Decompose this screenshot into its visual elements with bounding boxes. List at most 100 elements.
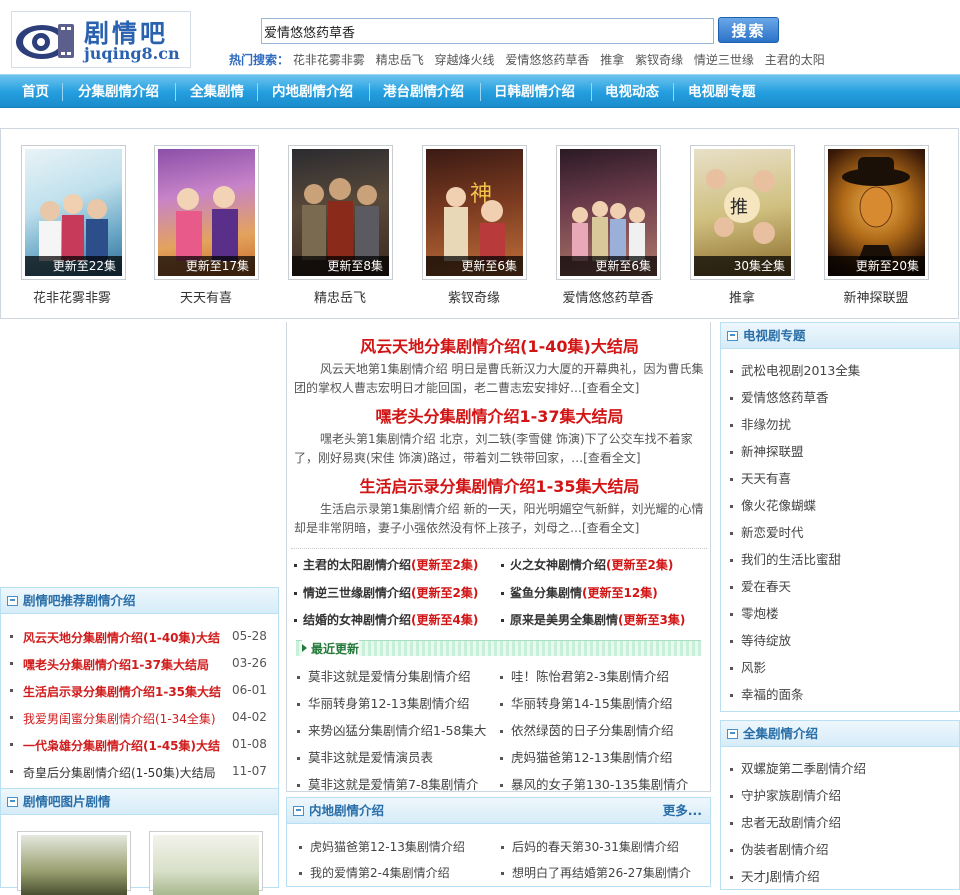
latest-link[interactable]: 哇！陈怡君第2-3集剧情介绍 xyxy=(511,669,669,684)
hot-search-link[interactable]: 穿越烽火线 xyxy=(435,53,495,67)
topic-link[interactable]: 爱情悠悠药草香 xyxy=(741,390,829,405)
site-logo[interactable]: 剧情吧 juqing8.cn xyxy=(11,11,191,68)
recommend-link[interactable]: 生活启示录分集剧情介绍1-35集大结 xyxy=(23,683,221,700)
hot-search-link[interactable]: 推拿 xyxy=(600,53,624,67)
latest-link[interactable]: 莫非这就是爱情第7-8集剧情介 xyxy=(308,777,478,792)
mainland-item[interactable]: 虎妈猫爸第12-13集剧情介绍 xyxy=(299,838,465,855)
poster-card[interactable]: 更新至20集 xyxy=(824,145,929,280)
topic-link[interactable]: 零炮楼 xyxy=(741,606,779,621)
search-input[interactable] xyxy=(261,18,714,44)
full-item[interactable]: 忠者无敌剧情介绍 xyxy=(730,812,841,831)
poster-title[interactable]: 天天有喜 xyxy=(141,287,271,306)
topic-link[interactable]: 爱在春天 xyxy=(741,579,791,594)
poster-card[interactable]: 更新至17集 xyxy=(154,145,259,280)
headline-item[interactable]: 主君的太阳剧情介绍(更新至2集) xyxy=(294,556,478,573)
mainland-link[interactable]: 虎妈猫爸第12-13集剧情介绍 xyxy=(310,840,465,854)
nav-episode-synopsis[interactable]: 分集剧情介绍 xyxy=(78,75,159,109)
full-link[interactable]: 守护家族剧情介绍 xyxy=(741,788,841,803)
latest-link[interactable]: 莫非这就是爱情演员表 xyxy=(308,750,433,765)
latest-item[interactable]: 莫非这就是爱情分集剧情介绍 xyxy=(297,666,471,685)
full-link[interactable]: 伪装者剧情介绍 xyxy=(741,842,829,857)
latest-link[interactable]: 暴风的女子第130-135集剧情介 xyxy=(511,777,688,792)
topic-item[interactable]: 风影 xyxy=(730,657,766,676)
poster-title[interactable]: 爱情悠悠药草香 xyxy=(543,287,673,306)
topic-item[interactable]: 新神探联盟 xyxy=(730,441,804,460)
picture-thumb[interactable] xyxy=(17,831,131,895)
full-item[interactable]: 天才J剧情介绍 xyxy=(730,866,820,885)
featured-title[interactable]: 风云天地分集剧情介绍(1-40集)大结局 xyxy=(287,333,712,357)
poster-title[interactable]: 花非花雾非雾 xyxy=(7,287,137,306)
latest-link[interactable]: 虎妈猫爸第12-13集剧情介绍 xyxy=(511,750,672,765)
headline-item[interactable]: 情逆三世缘剧情介绍(更新至2集) xyxy=(294,584,478,601)
nav-mainland[interactable]: 内地剧情介绍 xyxy=(272,75,353,109)
topic-link[interactable]: 我们的生活比蜜甜 xyxy=(741,552,841,567)
topic-link[interactable]: 非缘勿扰 xyxy=(741,417,791,432)
poster-card[interactable]: 更新至22集 xyxy=(21,145,126,280)
poster-card[interactable]: 更新至6集 xyxy=(556,145,661,280)
latest-item[interactable]: 华丽转身第14-15集剧情介绍 xyxy=(500,693,672,712)
full-item[interactable]: 守护家族剧情介绍 xyxy=(730,785,841,804)
picture-thumb[interactable] xyxy=(149,831,263,895)
latest-item[interactable]: 暴风的女子第130-135集剧情介 xyxy=(500,774,688,793)
latest-item[interactable]: 虎妈猫爸第12-13集剧情介绍 xyxy=(500,747,672,766)
latest-link[interactable]: 依然绿茵的日子分集剧情介绍 xyxy=(511,723,674,738)
topic-item[interactable]: 零炮楼 xyxy=(730,603,779,622)
mainland-link[interactable]: 想明白了再结婚第26-27集剧情介 xyxy=(512,866,691,880)
hot-search-link[interactable]: 花非花雾非雾 xyxy=(293,53,365,67)
recommend-link[interactable]: 风云天地分集剧情介绍(1-40集)大结 xyxy=(23,629,220,646)
latest-link[interactable]: 莫非这就是爱情分集剧情介绍 xyxy=(308,669,471,684)
recommend-link[interactable]: 我爱男闺蜜分集剧情介绍(1-34全集) xyxy=(23,710,216,727)
headline-item[interactable]: 鲨鱼分集剧情(更新至12集) xyxy=(501,584,658,601)
recommend-link[interactable]: 嘿老头分集剧情介绍1-37集大结局 xyxy=(23,656,209,673)
topic-item[interactable]: 武松电视剧2013全集 xyxy=(730,360,860,379)
poster-title[interactable]: 紫钗奇缘 xyxy=(409,287,539,306)
full-link[interactable]: 忠者无敌剧情介绍 xyxy=(741,815,841,830)
topic-link[interactable]: 等待绽放 xyxy=(741,633,791,648)
recommend-link[interactable]: 奇皇后分集剧情介绍(1-50集)大结局 xyxy=(23,764,216,781)
nav-home[interactable]: 首页 xyxy=(22,75,49,109)
topic-item[interactable]: 新恋爱时代 xyxy=(730,522,804,541)
latest-item[interactable]: 华丽转身第12-13集剧情介绍 xyxy=(297,693,469,712)
topic-item[interactable]: 爱情悠悠药草香 xyxy=(730,387,829,406)
topic-link[interactable]: 幸福的面条 xyxy=(741,687,804,702)
latest-item[interactable]: 莫非这就是爱情演员表 xyxy=(297,747,433,766)
headline-item[interactable]: 原来是美男全集剧情(更新至3集) xyxy=(501,611,685,628)
topic-link[interactable]: 天天有喜 xyxy=(741,471,791,486)
poster-title[interactable]: 新神探联盟 xyxy=(811,287,941,306)
full-link[interactable]: 双螺旋第二季剧情介绍 xyxy=(741,761,866,776)
nav-japan-korea[interactable]: 日韩剧情介绍 xyxy=(494,75,575,109)
poster-title[interactable]: 推拿 xyxy=(677,287,807,306)
topic-item[interactable]: 天天有喜 xyxy=(730,468,791,487)
mainland-item[interactable]: 后妈的春天第30-31集剧情介绍 xyxy=(501,838,679,855)
latest-link[interactable]: 华丽转身第12-13集剧情介绍 xyxy=(308,696,469,711)
hot-search-link[interactable]: 紫钗奇缘 xyxy=(635,53,683,67)
topic-link[interactable]: 像火花像蝴蝶 xyxy=(741,498,816,513)
topic-link[interactable]: 新恋爱时代 xyxy=(741,525,804,540)
topic-item[interactable]: 爱在春天 xyxy=(730,576,791,595)
topic-link[interactable]: 风影 xyxy=(741,660,766,675)
headline-item[interactable]: 火之女神剧情介绍(更新至2集) xyxy=(501,556,673,573)
topic-item[interactable]: 非缘勿扰 xyxy=(730,414,791,433)
poster-card[interactable]: 推 30集全集 xyxy=(690,145,795,280)
latest-link[interactable]: 华丽转身第14-15集剧情介绍 xyxy=(511,696,672,711)
headline-item[interactable]: 结婚的女神剧情介绍(更新至4集) xyxy=(294,611,478,628)
topic-item[interactable]: 我们的生活比蜜甜 xyxy=(730,549,841,568)
topic-item[interactable]: 等待绽放 xyxy=(730,630,791,649)
nav-tv-topics[interactable]: 电视剧专题 xyxy=(688,75,756,109)
nav-tv-news[interactable]: 电视动态 xyxy=(605,75,659,109)
search-button[interactable]: 搜索 xyxy=(718,17,779,43)
topic-link[interactable]: 武松电视剧2013全集 xyxy=(741,363,860,378)
topic-link[interactable]: 新神探联盟 xyxy=(741,444,804,459)
topic-item[interactable]: 像火花像蝴蝶 xyxy=(730,495,816,514)
nav-full-synopsis[interactable]: 全集剧情 xyxy=(190,75,244,109)
full-item[interactable]: 双螺旋第二季剧情介绍 xyxy=(730,758,866,777)
mainland-link[interactable]: 我的爱情第2-4集剧情介绍 xyxy=(310,866,450,880)
hot-search-link[interactable]: 爱情悠悠药草香 xyxy=(505,53,589,67)
latest-item[interactable]: 来势凶猛分集剧情介绍1-58集大 xyxy=(297,720,486,739)
more-link[interactable]: 更多... xyxy=(663,798,702,824)
recommend-link[interactable]: 一代枭雄分集剧情介绍(1-45集)大结 xyxy=(23,737,220,754)
full-item[interactable]: 伪装者剧情介绍 xyxy=(730,839,829,858)
mainland-link[interactable]: 后妈的春天第30-31集剧情介绍 xyxy=(512,840,679,854)
latest-item[interactable]: 哇！陈怡君第2-3集剧情介绍 xyxy=(500,666,669,685)
poster-card[interactable]: 神 更新至6集 xyxy=(422,145,527,280)
